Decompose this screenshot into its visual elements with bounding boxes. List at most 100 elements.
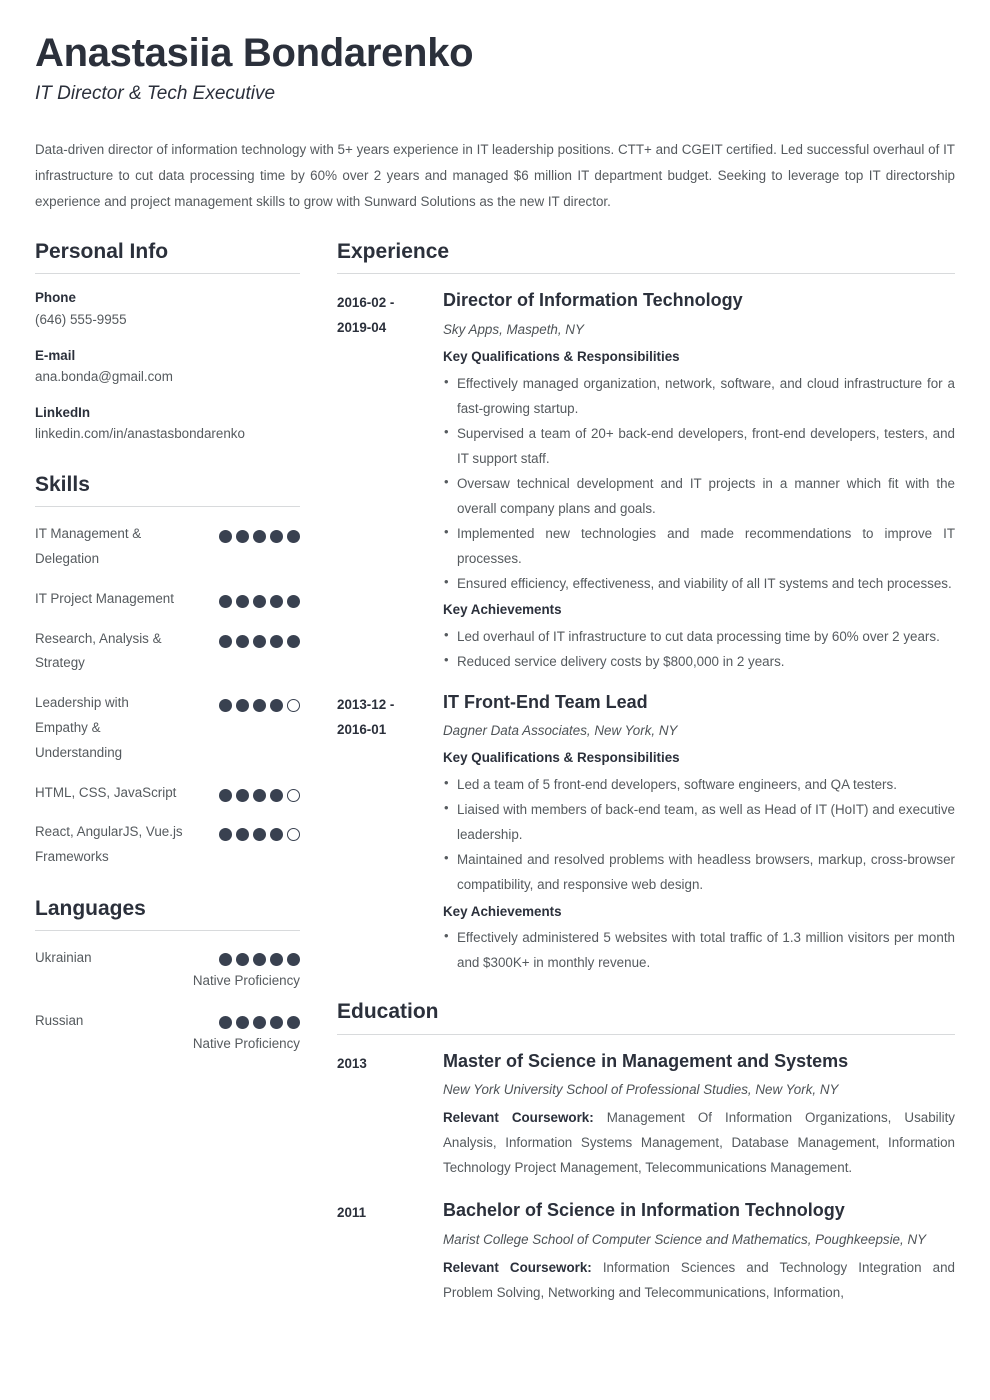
languages-list: Ukrainian Native Proficiency Russian Native…: [35, 946, 300, 1056]
skill-name: IT Management & Delegation: [35, 526, 142, 566]
rating-dot-empty: [287, 828, 300, 842]
skill-name: IT Project Management: [35, 590, 174, 606]
personal-info-value-linkedin[interactable]: linkedin.com/in/anastasbondarenko: [35, 423, 300, 446]
rating-dot-filled: [253, 828, 266, 842]
bullet-item: Reduced service delivery costs by $800,0…: [443, 648, 955, 674]
professional-summary: Data-driven director of information tech…: [35, 141, 955, 209]
bullet-item: Supervised a team of 20+ back-end develo…: [443, 420, 955, 471]
experience-date-start: 2016-02 -: [337, 295, 395, 311]
education-body: Bachelor of Science in Information Techn…: [443, 1198, 955, 1305]
language-level: Native Proficiency: [192, 973, 300, 989]
rating-dot-filled: [270, 828, 283, 842]
skill-name: Leadership with Empathy & Understanding: [35, 695, 129, 760]
rating-dot-filled: [270, 788, 283, 802]
experience-qualifications-heading: Key Qualifications & Responsibilities: [443, 348, 680, 364]
section-languages: Languages Ukrainian Native Proficiency Rus…: [35, 896, 300, 1056]
experience-achievements-heading: Key Achievements: [443, 602, 562, 618]
skill-rating-dots: [219, 587, 300, 608]
experience-organization: Dagner Data Associates, New York, NY: [443, 723, 678, 739]
rating-dot-filled: [253, 1015, 266, 1029]
skill-row: Leadership with Empathy & Understanding: [35, 691, 300, 765]
education-school: Marist College School of Computer Scienc…: [443, 1231, 927, 1247]
rating-dot-filled: [270, 699, 283, 713]
rating-dot-filled: [287, 594, 300, 608]
language-rating-group: Native Proficiency: [193, 946, 300, 993]
bullet-item: Maintained and resolved problems with he…: [443, 846, 955, 897]
bullet-item: Effectively managed organization, networ…: [443, 370, 955, 421]
rating-dot-filled: [236, 953, 249, 967]
experience-qualifications-list: Effectively managed organization, networ…: [443, 370, 955, 597]
experience-date-end: 2016-01: [337, 721, 387, 737]
language-rating-dots: [193, 946, 300, 967]
education-list: 2013 Master of Science in Management and …: [337, 1049, 955, 1305]
skill-row: Research, Analysis & Strategy: [35, 627, 300, 677]
rating-dot-filled: [287, 530, 300, 544]
experience-date: 2016-02 - 2019-04: [337, 288, 443, 341]
personal-info-item-email: E-mail ana.bonda@gmail.com: [35, 345, 300, 389]
rating-dot-filled: [287, 1015, 300, 1029]
experience-list: 2016-02 - 2019-04 Director of Information …: [337, 288, 955, 977]
rating-dot-filled: [270, 594, 283, 608]
experience-role: Director of Information Technology: [443, 290, 743, 311]
experience-organization: Sky Apps, Maspeth, NY: [443, 321, 584, 337]
rating-dot-empty: [287, 788, 300, 802]
skill-rating-dots: [219, 627, 300, 648]
bullet-item: Implemented new technologies and made re…: [443, 520, 955, 571]
rating-dot-filled: [253, 788, 266, 802]
rating-dot-filled: [253, 634, 266, 648]
rating-dot-filled: [236, 594, 249, 608]
rating-dot-filled: [219, 953, 232, 967]
candidate-job-title: IT Director & Tech Executive: [35, 83, 276, 104]
resume-header: Anastasiia Bondarenko IT Director & Tech…: [35, 30, 955, 215]
bullet-item: Led overhaul of IT infrastructure to cut…: [443, 623, 955, 649]
bullet-item: Led a team of 5 front-end developers, so…: [443, 771, 955, 797]
education-coursework-label: Relevant Coursework:: [443, 1110, 594, 1126]
personal-info-value-email[interactable]: ana.bonda@gmail.com: [35, 366, 300, 389]
language-rating-group: Native Proficiency: [193, 1009, 300, 1056]
resume-page: Anastasiia Bondarenko IT Director & Tech…: [0, 0, 990, 1400]
rating-dot-filled: [287, 953, 300, 967]
section-experience: Experience 2016-02 - 2019-04 Director of I…: [337, 239, 955, 977]
rating-dot-filled: [219, 699, 232, 713]
section-education: Education 2013 Master of Science in Manag…: [337, 999, 955, 1304]
skill-row: IT Management & Delegation: [35, 522, 300, 572]
experience-entry: 2016-02 - 2019-04 Director of Information …: [337, 288, 955, 676]
rating-dot-filled: [236, 634, 249, 648]
experience-achievements-list: Effectively administered 5 websites with…: [443, 924, 955, 975]
rating-dot-filled: [270, 953, 283, 967]
section-heading-experience: Experience: [337, 239, 955, 275]
education-date: 2011: [337, 1205, 367, 1221]
section-heading-skills: Skills: [35, 472, 300, 508]
rating-dot-filled: [236, 699, 249, 713]
language-rating-dots: [193, 1009, 300, 1029]
rating-dot-filled: [219, 828, 232, 842]
rating-dot-filled: [270, 634, 283, 648]
education-date: 2013: [337, 1055, 367, 1071]
personal-info-item-phone: Phone (646) 555-9955: [35, 287, 300, 331]
education-degree: Bachelor of Science in Information Techn…: [443, 1200, 845, 1221]
education-body: Master of Science in Management and Syst…: [443, 1049, 955, 1181]
skill-rating-dots: [219, 691, 300, 713]
language-name: Russian: [35, 1012, 84, 1028]
section-heading-personal-info: Personal Info: [35, 239, 300, 275]
skill-rating-dots: [219, 820, 300, 842]
education-coursework: Relevant Coursework: Information Science…: [443, 1259, 955, 1300]
skill-name: HTML, CSS, JavaScript: [35, 784, 177, 800]
rating-dot-filled: [253, 594, 266, 608]
personal-info-value-phone[interactable]: (646) 555-9955: [35, 309, 300, 332]
rating-dot-filled: [236, 530, 249, 544]
rating-dot-filled: [219, 530, 232, 544]
rating-dot-filled: [253, 953, 266, 967]
section-heading-languages: Languages: [35, 896, 300, 932]
experience-achievements-heading: Key Achievements: [443, 903, 562, 919]
education-entry: 2013 Master of Science in Management and …: [337, 1049, 955, 1181]
education-coursework-label: Relevant Coursework:: [443, 1259, 592, 1275]
personal-info-label: LinkedIn: [35, 404, 91, 420]
skill-name: Research, Analysis & Strategy: [35, 630, 162, 671]
language-row: Ukrainian Native Proficiency: [35, 946, 300, 993]
personal-info-label: Phone: [35, 290, 76, 306]
skill-rating-dots: [219, 781, 300, 802]
education-degree: Master of Science in Management and Syst…: [443, 1050, 849, 1071]
language-row: Russian Native Proficiency: [35, 1009, 300, 1056]
rating-dot-filled: [236, 828, 249, 842]
